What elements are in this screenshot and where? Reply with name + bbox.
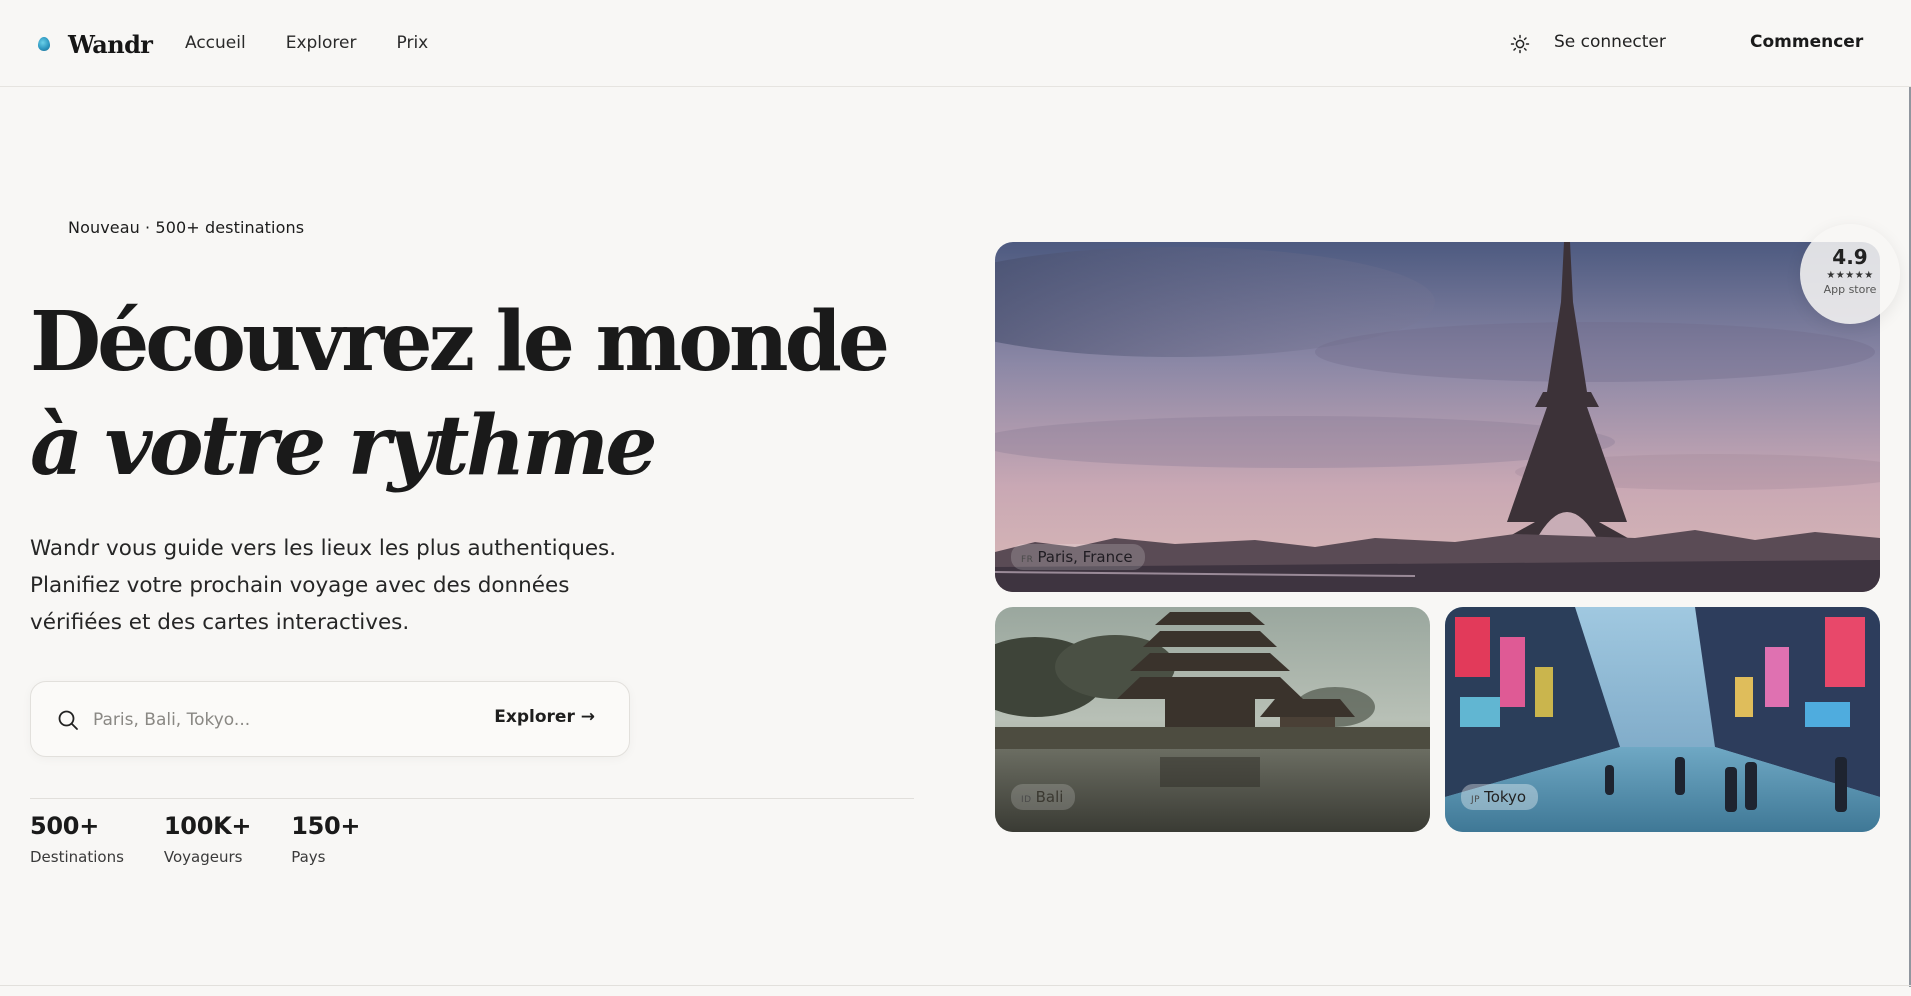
stat-value: 100K+ (163, 812, 252, 840)
nav-item-prix[interactable]: Prix (397, 32, 429, 54)
hero-subtitle: Wandr vous guide vers les lieux les plus… (30, 530, 650, 641)
destination-name: Tokyo (1484, 788, 1527, 806)
rating-stars: ★★★★★ (1826, 270, 1874, 281)
destination-card-paris[interactable]: FR Paris, France (995, 242, 1880, 592)
hero-stats: 500+ Destinations 100K+ Voyageurs 150+ P… (30, 810, 400, 866)
droplet-logo-icon (38, 37, 50, 51)
hero-subtitle-line: Wandr vous guide vers les lieux les plus… (30, 536, 617, 561)
search-icon (58, 710, 78, 730)
country-code: JP (1471, 795, 1481, 805)
destination-tag: JP Tokyo (1461, 784, 1539, 810)
stat-travelers: 100K+ Voyageurs (163, 810, 252, 866)
explore-search-button[interactable]: Explorer → (494, 707, 595, 727)
country-code: FR (1021, 555, 1034, 565)
destination-card-tokyo[interactable]: JP Tokyo (1445, 607, 1880, 832)
hero-subtitle-line: vérifiées et des cartes interactives. (30, 610, 410, 635)
login-link[interactable]: Se connecter (1554, 32, 1666, 52)
paris-eiffel-tower-photo (995, 242, 1880, 592)
stat-countries: 150+ Pays (291, 810, 360, 866)
stats-divider (30, 798, 914, 799)
stat-label: Voyageurs (163, 848, 243, 866)
destination-tag: ID Bali (1011, 784, 1076, 810)
stat-value: 500+ (30, 812, 100, 840)
hero-eyebrow-badge: Nouveau · 500+ destinations (68, 218, 305, 237)
rating-label: App store (1823, 283, 1877, 296)
get-started-button[interactable]: Commencer (1750, 32, 1863, 52)
rating-value: 4.9 (1832, 245, 1868, 269)
stat-label: Pays (291, 848, 326, 866)
brand-name: Wandr (68, 29, 153, 59)
top-navigation-bar: Wandr Accueil Explorer Prix Se connecter… (0, 0, 1911, 87)
destination-tag: FR Paris, France (1011, 544, 1145, 570)
search-input[interactable] (93, 706, 473, 734)
brand-logo-link[interactable]: Wandr (38, 28, 153, 60)
country-code: ID (1021, 795, 1032, 805)
main-nav: Accueil Explorer Prix (185, 32, 428, 54)
hero-title: Découvrez le monde à votre rythme (30, 290, 930, 498)
hero-title-line2: à votre rythme (30, 398, 658, 494)
section-divider (0, 985, 1911, 986)
nav-item-accueil[interactable]: Accueil (185, 32, 246, 54)
hero-title-line1: Découvrez le monde (30, 294, 890, 390)
stat-label: Destinations (30, 848, 124, 866)
nav-item-explorer[interactable]: Explorer (286, 32, 357, 54)
hero-subtitle-line: Planifiez votre prochain voyage avec des… (30, 573, 570, 598)
theme-toggle-button[interactable] (1509, 33, 1531, 55)
sun-icon (1510, 34, 1530, 54)
destination-name: Bali (1035, 788, 1064, 806)
destination-card-bali[interactable]: ID Bali (995, 607, 1430, 832)
app-store-rating-badge: 4.9 ★★★★★ App store (1800, 224, 1900, 324)
destination-search-box: Explorer → (30, 681, 630, 757)
stat-destinations: 500+ Destinations (30, 810, 124, 866)
stat-value: 150+ (291, 812, 361, 840)
destination-name: Paris, France (1037, 548, 1133, 566)
